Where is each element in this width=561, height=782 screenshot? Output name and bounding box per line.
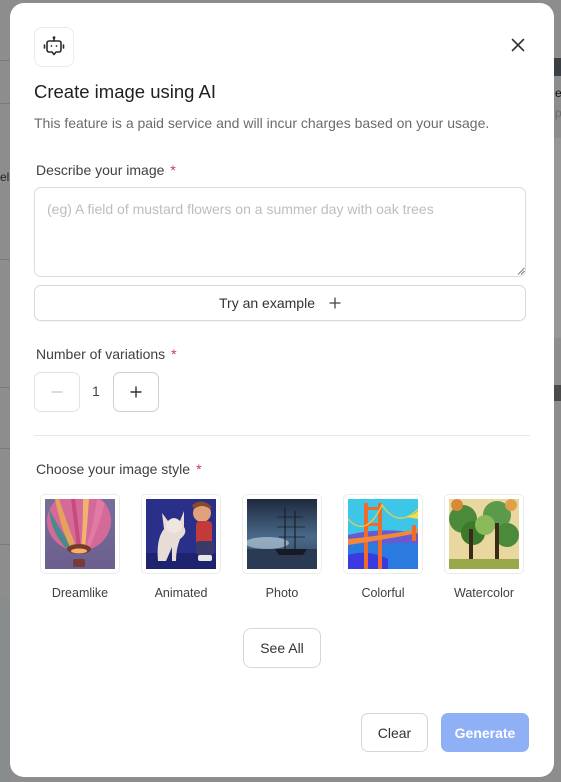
- style-option-animated[interactable]: Animated: [141, 494, 221, 600]
- modal-title: Create image using AI: [34, 81, 217, 102]
- section-divider: [34, 435, 530, 436]
- create-image-modal: Create image using AI This feature is a …: [10, 3, 554, 777]
- see-all-styles-button[interactable]: See All: [243, 628, 321, 668]
- close-icon: [511, 38, 525, 52]
- style-option-label: Dreamlike: [51, 586, 109, 600]
- background-text: e: [555, 86, 561, 100]
- style-option-label: Animated: [154, 586, 208, 600]
- minus-icon: [51, 391, 63, 393]
- try-example-button[interactable]: Try an example: [34, 285, 526, 321]
- required-asterisk: *: [196, 461, 202, 477]
- style-option-label: Colorful: [361, 586, 405, 600]
- background-header-bar: [553, 58, 561, 76]
- style-thumbnail: [40, 494, 120, 574]
- hot-air-balloon-image: [45, 499, 115, 569]
- ship-at-sea-image: [247, 499, 317, 569]
- describe-image-textarea[interactable]: [34, 187, 526, 277]
- try-example-label: Try an example: [219, 295, 315, 311]
- style-option-photo[interactable]: Photo: [242, 494, 322, 600]
- style-option-label: Watercolor: [454, 586, 514, 600]
- cartoon-cat-image: [146, 499, 216, 569]
- close-button[interactable]: [506, 33, 530, 57]
- increment-variations-button[interactable]: [113, 372, 159, 412]
- style-option-label: Photo: [265, 586, 299, 600]
- resize-handle-icon[interactable]: [517, 267, 525, 275]
- variations-label: Number of variations *: [36, 346, 177, 362]
- plus-icon: [130, 386, 142, 398]
- style-options: Dreamlike Animated Photo Colorful Waterc…: [40, 494, 524, 600]
- clear-button[interactable]: Clear: [361, 713, 428, 752]
- background-bar: [553, 385, 561, 401]
- trees-painting-image: [449, 499, 519, 569]
- style-thumbnail: [242, 494, 322, 574]
- golden-gate-bridge-image: [348, 499, 418, 569]
- decrement-variations-button[interactable]: [34, 372, 80, 412]
- plus-icon: [329, 297, 341, 309]
- required-asterisk: *: [171, 346, 177, 362]
- style-label-text: Choose your image style: [36, 461, 191, 477]
- variations-label-text: Number of variations: [36, 346, 166, 362]
- variations-value: 1: [92, 383, 100, 399]
- modal-subtitle: This feature is a paid service and will …: [34, 115, 490, 131]
- robot-icon: [43, 36, 65, 56]
- style-thumbnail: [141, 494, 221, 574]
- generate-button[interactable]: Generate: [441, 713, 529, 752]
- background-panel: [0, 597, 10, 782]
- describe-label: Describe your image *: [36, 162, 176, 178]
- style-option-colorful[interactable]: Colorful: [343, 494, 423, 600]
- style-thumbnail: [343, 494, 423, 574]
- style-thumbnail: [444, 494, 524, 574]
- background-text: p: [555, 106, 561, 120]
- style-label: Choose your image style *: [36, 461, 202, 477]
- describe-label-text: Describe your image: [36, 162, 165, 178]
- required-asterisk: *: [170, 162, 176, 178]
- background-panel: [553, 138, 561, 338]
- style-option-dreamlike[interactable]: Dreamlike: [40, 494, 120, 600]
- background-text: el: [0, 170, 10, 184]
- style-option-watercolor[interactable]: Watercolor: [444, 494, 524, 600]
- robot-icon-container: [34, 27, 74, 67]
